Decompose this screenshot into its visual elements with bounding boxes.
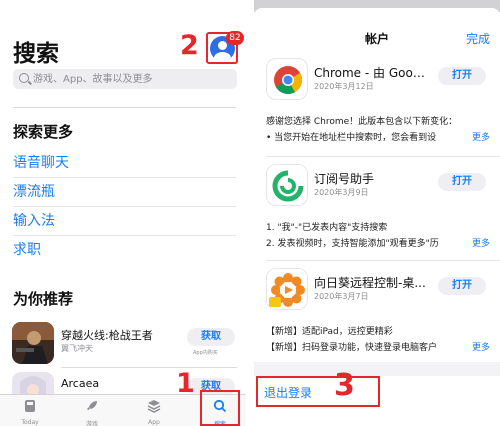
section-gap bbox=[254, 362, 500, 376]
page-title: 搜索 bbox=[13, 41, 59, 67]
notification-badge: 82 bbox=[226, 31, 244, 45]
annotation-highlight-box bbox=[200, 390, 240, 426]
update-date: 2020年3月9日 bbox=[314, 188, 369, 197]
app-name: 订阅号助手 bbox=[314, 172, 375, 186]
more-link[interactable]: 更多 bbox=[467, 130, 490, 143]
get-button[interactable]: 获取 bbox=[187, 328, 235, 346]
tab-apps[interactable]: App bbox=[130, 395, 178, 426]
app-name: Arcaea bbox=[61, 377, 100, 390]
divider bbox=[61, 367, 237, 368]
app-name: 穿越火线:枪战王者 bbox=[61, 329, 153, 342]
open-button[interactable]: 打开 bbox=[438, 173, 486, 191]
tab-label: App bbox=[148, 419, 160, 426]
app-subtitle: 翼飞冲天 bbox=[61, 344, 93, 353]
annotation-step-3: 3 bbox=[334, 368, 355, 403]
divider bbox=[13, 235, 236, 236]
layers-icon bbox=[147, 400, 161, 413]
chrome-icon bbox=[266, 58, 308, 100]
release-note-line: 【新增】适配iPad，远控更精彩 bbox=[266, 327, 393, 337]
search-icon bbox=[19, 73, 29, 83]
app-name: Chrome - 由 Google... bbox=[314, 66, 432, 80]
more-link[interactable]: 更多 bbox=[467, 340, 490, 353]
release-note-line: 感谢您选择 Chrome！此版本包含以下新变化： bbox=[266, 117, 458, 127]
panel-divider bbox=[246, 0, 254, 426]
update-date: 2020年3月7日 bbox=[314, 292, 369, 301]
divider bbox=[13, 177, 236, 178]
done-button[interactable]: 完成 bbox=[466, 30, 490, 47]
annotation-highlight-box bbox=[256, 376, 380, 407]
recommend-section-title: 为你推荐 bbox=[13, 290, 74, 308]
app-store-search-screen: 搜索 82 探索更多 语音聊天 漂流瓶 输入法 求职 为你推荐 穿越火线:枪战王… bbox=[0, 0, 246, 426]
tab-today[interactable]: Today bbox=[6, 395, 54, 426]
annotation-step-1: 1 bbox=[176, 368, 195, 399]
release-note-line: • 当您开始在地址栏中搜索时，您会看到设 bbox=[266, 133, 437, 143]
more-link[interactable]: 更多 bbox=[467, 236, 490, 249]
release-note-line: 2. 发表视频时，支持智能添加"观看更多"历 bbox=[266, 239, 439, 249]
release-note-line: 【新增】扫码登录功能，快速登录电脑客户 bbox=[266, 343, 438, 353]
account-button[interactable]: 82 bbox=[206, 31, 244, 64]
today-icon bbox=[25, 400, 35, 412]
logout-section: 退出登录 bbox=[254, 376, 500, 426]
search-bar[interactable] bbox=[13, 69, 237, 89]
divider bbox=[266, 260, 500, 261]
sunflower-icon bbox=[266, 268, 308, 310]
account-sheet-screen: 帐户 完成 Chrome - 由 Google... 2020年3月12日 打开… bbox=[254, 0, 500, 426]
rocket-icon bbox=[87, 401, 97, 410]
explore-item-drift-bottle[interactable]: 漂流瓶 bbox=[13, 179, 236, 206]
explore-item-voice-chat[interactable]: 语音聊天 bbox=[13, 150, 236, 177]
in-app-purchase-note: App内购买 bbox=[193, 350, 218, 356]
divider bbox=[13, 206, 236, 207]
sheet-title: 帐户 bbox=[364, 32, 389, 46]
divider bbox=[13, 107, 236, 108]
release-note-line: 1. "我"-"已发表内容"支持搜索 bbox=[266, 223, 388, 233]
tab-label: Today bbox=[21, 419, 39, 426]
sheet-header: 帐户 完成 bbox=[254, 8, 500, 52]
subscription-assistant-icon bbox=[266, 164, 308, 206]
list-item[interactable]: 穿越火线:枪战王者 翼飞冲天 获取 App内购买 bbox=[12, 322, 238, 366]
app-name: 向日葵远程控制-桌... bbox=[314, 276, 426, 290]
open-button[interactable]: 打开 bbox=[438, 277, 486, 295]
divider bbox=[266, 156, 500, 157]
search-input[interactable] bbox=[33, 71, 233, 87]
explore-item-input-method[interactable]: 输入法 bbox=[13, 208, 236, 235]
update-date: 2020年3月12日 bbox=[314, 82, 374, 91]
explore-section-title: 探索更多 bbox=[13, 123, 74, 141]
tab-games[interactable]: 游戏 bbox=[68, 395, 116, 426]
game-app-icon bbox=[12, 322, 54, 364]
annotation-step-2: 2 bbox=[180, 30, 199, 61]
open-button[interactable]: 打开 bbox=[438, 67, 486, 85]
explore-item-job-hunting[interactable]: 求职 bbox=[13, 237, 236, 264]
tab-label: 游戏 bbox=[85, 421, 98, 426]
